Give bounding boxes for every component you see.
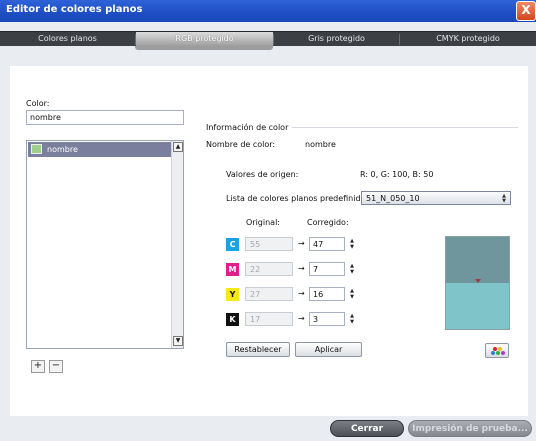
tab-bar: Colores planos RGB protegido Gris proteg… [0,31,536,47]
original-value-field: 55 [245,237,293,251]
tab-colores-planos[interactable]: Colores planos [0,32,135,47]
original-value-field: 22 [245,262,293,276]
window-title: Editor de colores planos [6,4,143,15]
original-value-field: 27 [245,287,293,301]
spin-down-icon[interactable]: ▼ [349,319,355,325]
list-item[interactable]: nombre [28,142,172,157]
close-button[interactable]: Cerrar [330,420,404,437]
dropdown-arrows-icon: ▲ ▼ [502,193,506,204]
corrected-value-input[interactable]: 3 [309,312,345,326]
preview-corrected-swatch [446,283,509,329]
apply-button[interactable]: Aplicar [295,342,362,357]
list-item-label: nombre [47,145,78,154]
swatch-icon [31,144,42,154]
proof-print-button[interactable]: Impresión de prueba... [408,420,532,437]
color-filter-label: Color: [26,99,50,108]
title-bar: Editor de colores planos X [0,0,536,22]
channel-k-icon: K [226,313,239,326]
add-color-button[interactable]: + [31,360,45,373]
section-title: Información de color [206,123,289,132]
preview-marker-icon [475,279,481,283]
scroll-down-icon[interactable]: ▼ [173,336,183,346]
palette-icon [501,351,505,355]
original-header: Original: [246,218,280,227]
palette-button[interactable] [485,343,509,358]
tab-rgb-protegido[interactable]: RGB protegido [136,32,273,47]
color-filter-input[interactable]: nombre [26,110,184,125]
channel-m-icon: M [226,263,239,276]
arrow-right-icon: → [298,264,305,273]
scrollbar[interactable]: ▲ ▼ [171,141,183,348]
color-name-value: nombre [305,140,336,149]
scroll-up-icon[interactable]: ▲ [173,142,183,152]
section-divider [292,127,518,128]
predefined-list-value: 51_N_050_10 [366,194,420,203]
tab-gris-protegido[interactable]: Gris protegido [274,32,399,47]
close-window-button[interactable]: X [516,1,536,21]
arrow-right-icon: → [298,239,305,248]
spin-down-icon[interactable]: ▼ [349,294,355,300]
tab-cmyk-protegido[interactable]: CMYK protegido [400,32,536,47]
predefined-list-select[interactable]: 51_N_050_10 ▲ ▼ [361,191,511,205]
remove-color-button[interactable]: − [49,360,63,373]
corrected-value-input[interactable]: 47 [309,237,345,251]
spin-down-icon[interactable]: ▼ [349,244,355,250]
reset-button[interactable]: Restablecer [226,342,290,357]
original-value-field: 17 [245,312,293,326]
palette-icon [491,351,495,355]
arrow-right-icon: → [298,314,305,323]
preview-original-swatch [446,237,509,283]
palette-icon [496,351,500,355]
active-tab-indicator [135,46,273,50]
source-values-value: R: 0, G: 100, B: 50 [360,170,434,179]
channel-y-icon: Y [226,288,239,301]
channel-c-icon: C [226,238,239,251]
corrected-header: Corregido: [307,218,349,227]
corrected-value-input[interactable]: 7 [309,262,345,276]
arrow-right-icon: → [298,289,305,298]
color-name-label: Nombre de color: [206,140,276,149]
spin-down-icon[interactable]: ▼ [349,269,355,275]
corrected-value-input[interactable]: 16 [309,287,345,301]
source-values-label: Valores de origen: [226,170,299,179]
color-list[interactable]: nombre ▲ ▼ [26,140,184,349]
predefined-list-label: Lista de colores planos predefinida: [226,194,369,203]
color-preview [445,236,510,330]
